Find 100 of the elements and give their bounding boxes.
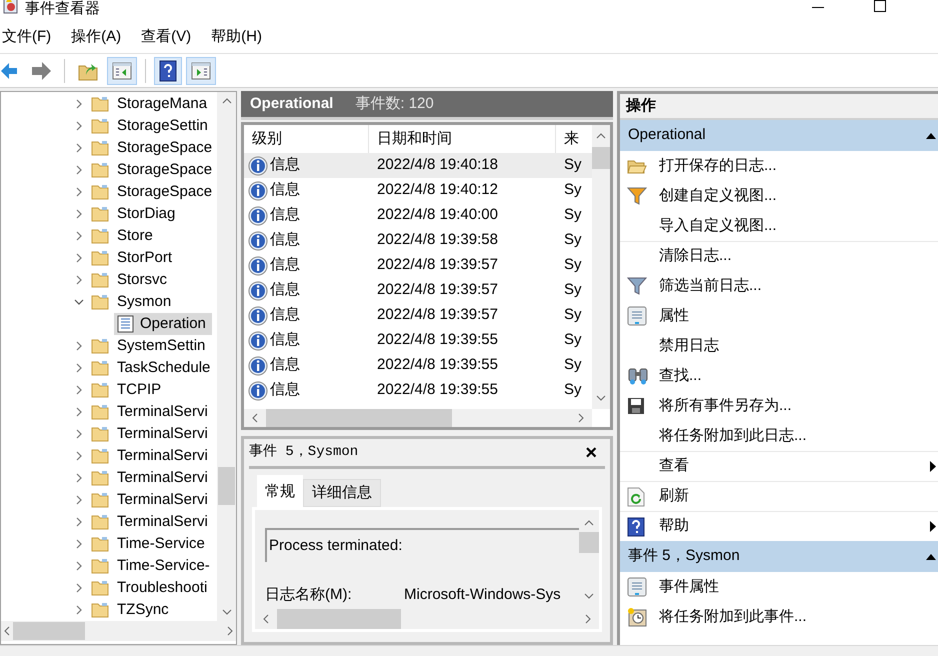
scrollbar-thumb[interactable] — [277, 609, 401, 629]
chevron-right-icon[interactable] — [76, 495, 82, 505]
scrollbar-thumb[interactable] — [579, 532, 599, 553]
event-row[interactable]: 信息 2022/4/8 19:39:55 Sy — [244, 328, 592, 353]
event-row[interactable]: 信息 2022/4/8 19:39:57 Sy — [244, 278, 592, 303]
event-row[interactable]: 信息 2022/4/8 19:40:00 Sy — [244, 203, 592, 228]
scrollbar-thumb[interactable] — [13, 622, 85, 640]
tree-item[interactable]: Operation — [114, 313, 212, 335]
tree-item[interactable]: TerminalServi — [117, 510, 208, 534]
tree-item[interactable]: TerminalServi — [117, 488, 208, 512]
section-header[interactable]: 事件 5，Sysmon — [620, 541, 938, 572]
tab[interactable]: 详细信息 — [303, 479, 381, 507]
event-row[interactable]: 信息 2022/4/8 19:40:18 Sy — [244, 153, 592, 178]
tree-item[interactable]: StorageMana — [117, 92, 208, 116]
tree-item[interactable]: TerminalServi — [117, 422, 208, 446]
tab[interactable]: 常规 — [257, 475, 303, 507]
collapse-arrow-icon[interactable] — [926, 132, 936, 138]
chevron-right-icon[interactable] — [76, 539, 82, 549]
scrollbar-thumb[interactable] — [266, 409, 452, 427]
chevron-right-icon[interactable] — [76, 231, 82, 241]
tree-item[interactable]: StorageSpace — [117, 158, 212, 182]
vertical-scrollbar[interactable] — [217, 92, 236, 621]
forward-arrow-icon[interactable] — [31, 60, 51, 80]
tree-item[interactable]: Time-Service — [117, 532, 205, 556]
tree-item[interactable]: Troubleshooti — [117, 576, 208, 600]
close-button[interactable]: × — [585, 442, 605, 462]
action-item[interactable]: 打开保存的日志... — [620, 151, 938, 181]
chevron-right-icon[interactable] — [76, 165, 82, 175]
chevron-right-icon[interactable] — [76, 341, 82, 351]
horizontal-scrollbar[interactable] — [244, 409, 592, 427]
tree-item[interactable]: TCPIP — [117, 378, 162, 402]
scroll-up-icon[interactable] — [584, 520, 594, 526]
collapse-arrow-icon[interactable] — [926, 554, 936, 560]
tree-item[interactable]: Storsvc — [117, 268, 168, 292]
show-actions-button[interactable] — [186, 56, 216, 84]
menu-item[interactable]: 查看(V) — [139, 26, 210, 49]
chevron-right-icon[interactable] — [76, 451, 82, 461]
chevron-right-icon[interactable] — [76, 253, 82, 263]
back-arrow-icon[interactable] — [1, 60, 17, 80]
tree-item[interactable]: TerminalServi — [117, 444, 208, 468]
scroll-down-icon[interactable] — [596, 395, 606, 401]
tree-item[interactable]: TerminalServi — [117, 400, 208, 424]
action-item[interactable]: 将任务附加到此事件... — [620, 602, 938, 632]
tree-item[interactable]: Sysmon — [117, 290, 172, 314]
tree-item[interactable]: TaskSchedule — [117, 356, 210, 380]
chevron-right-icon[interactable] — [76, 583, 82, 593]
action-item[interactable]: 禁用日志 — [620, 331, 938, 361]
event-row[interactable]: 信息 2022/4/8 19:40:12 Sy — [244, 178, 592, 203]
scroll-left-icon[interactable] — [4, 626, 10, 636]
scroll-right-icon[interactable] — [227, 626, 233, 636]
event-row[interactable]: 信息 2022/4/8 19:39:55 Sy — [244, 353, 592, 378]
menu-item[interactable]: 操作(A) — [69, 26, 140, 49]
section-header[interactable]: Operational — [620, 120, 938, 151]
chevron-right-icon[interactable] — [76, 275, 82, 285]
action-item[interactable]: 刷新 — [620, 481, 938, 511]
action-item[interactable]: 创建自定义视图... — [620, 181, 938, 211]
scroll-up-icon[interactable] — [596, 133, 606, 139]
event-row[interactable]: 信息 2022/4/8 19:39:57 Sy — [244, 303, 592, 328]
action-item[interactable]: 导入自定义视图... — [620, 211, 938, 241]
minimize-icon[interactable] — [812, 7, 824, 9]
scroll-left-icon[interactable] — [252, 413, 258, 423]
scroll-right-icon[interactable] — [585, 614, 591, 624]
tree-item[interactable]: Store — [117, 224, 153, 248]
vertical-scrollbar[interactable] — [592, 125, 610, 409]
action-item[interactable]: 清除日志... — [620, 241, 938, 271]
chevron-right-icon[interactable] — [76, 473, 82, 483]
chevron-right-icon[interactable] — [76, 143, 82, 153]
maximize-icon[interactable] — [874, 0, 886, 12]
scroll-right-icon[interactable] — [578, 413, 584, 423]
tree-item[interactable]: StorageSpace — [117, 180, 212, 204]
scroll-up-icon[interactable] — [222, 98, 232, 104]
tree-item[interactable]: StorDiag — [117, 202, 176, 226]
action-item[interactable]: 将所有事件另存为... — [620, 391, 938, 421]
scrollbar-thumb[interactable] — [218, 467, 235, 505]
chevron-right-icon[interactable] — [76, 561, 82, 571]
chevron-right-icon[interactable] — [76, 187, 82, 197]
menu-item[interactable]: 文件(F) — [0, 26, 70, 49]
chevron-right-icon[interactable] — [76, 605, 82, 615]
scrollbar-thumb[interactable] — [592, 147, 610, 169]
scroll-down-icon[interactable] — [222, 609, 232, 615]
action-item[interactable]: 查看 — [620, 451, 938, 481]
tree-item[interactable]: StorageSettin — [117, 114, 208, 138]
help-button[interactable] — [154, 56, 182, 84]
chevron-right-icon[interactable] — [76, 407, 82, 417]
event-row[interactable]: 信息 2022/4/8 19:39:57 Sy — [244, 253, 592, 278]
action-item[interactable]: 筛选当前日志... — [620, 271, 938, 301]
chevron-right-icon[interactable] — [76, 429, 82, 439]
chevron-right-icon[interactable] — [76, 121, 82, 131]
scroll-down-icon[interactable] — [584, 593, 594, 599]
horizontal-scrollbar[interactable] — [255, 609, 599, 629]
tree-item[interactable]: TZSync — [117, 598, 169, 621]
action-item[interactable]: 事件属性 — [620, 572, 938, 602]
tree-item[interactable]: SystemSettin — [117, 334, 206, 358]
tree-item[interactable]: TerminalServi — [117, 466, 208, 490]
chevron-right-icon[interactable] — [76, 385, 82, 395]
tree-item[interactable]: StorPort — [117, 246, 172, 270]
action-item[interactable]: 查找... — [620, 361, 938, 391]
show-tree-button[interactable] — [107, 56, 137, 84]
menu-item[interactable]: 帮助(H) — [209, 26, 280, 49]
scroll-left-icon[interactable] — [263, 614, 269, 624]
